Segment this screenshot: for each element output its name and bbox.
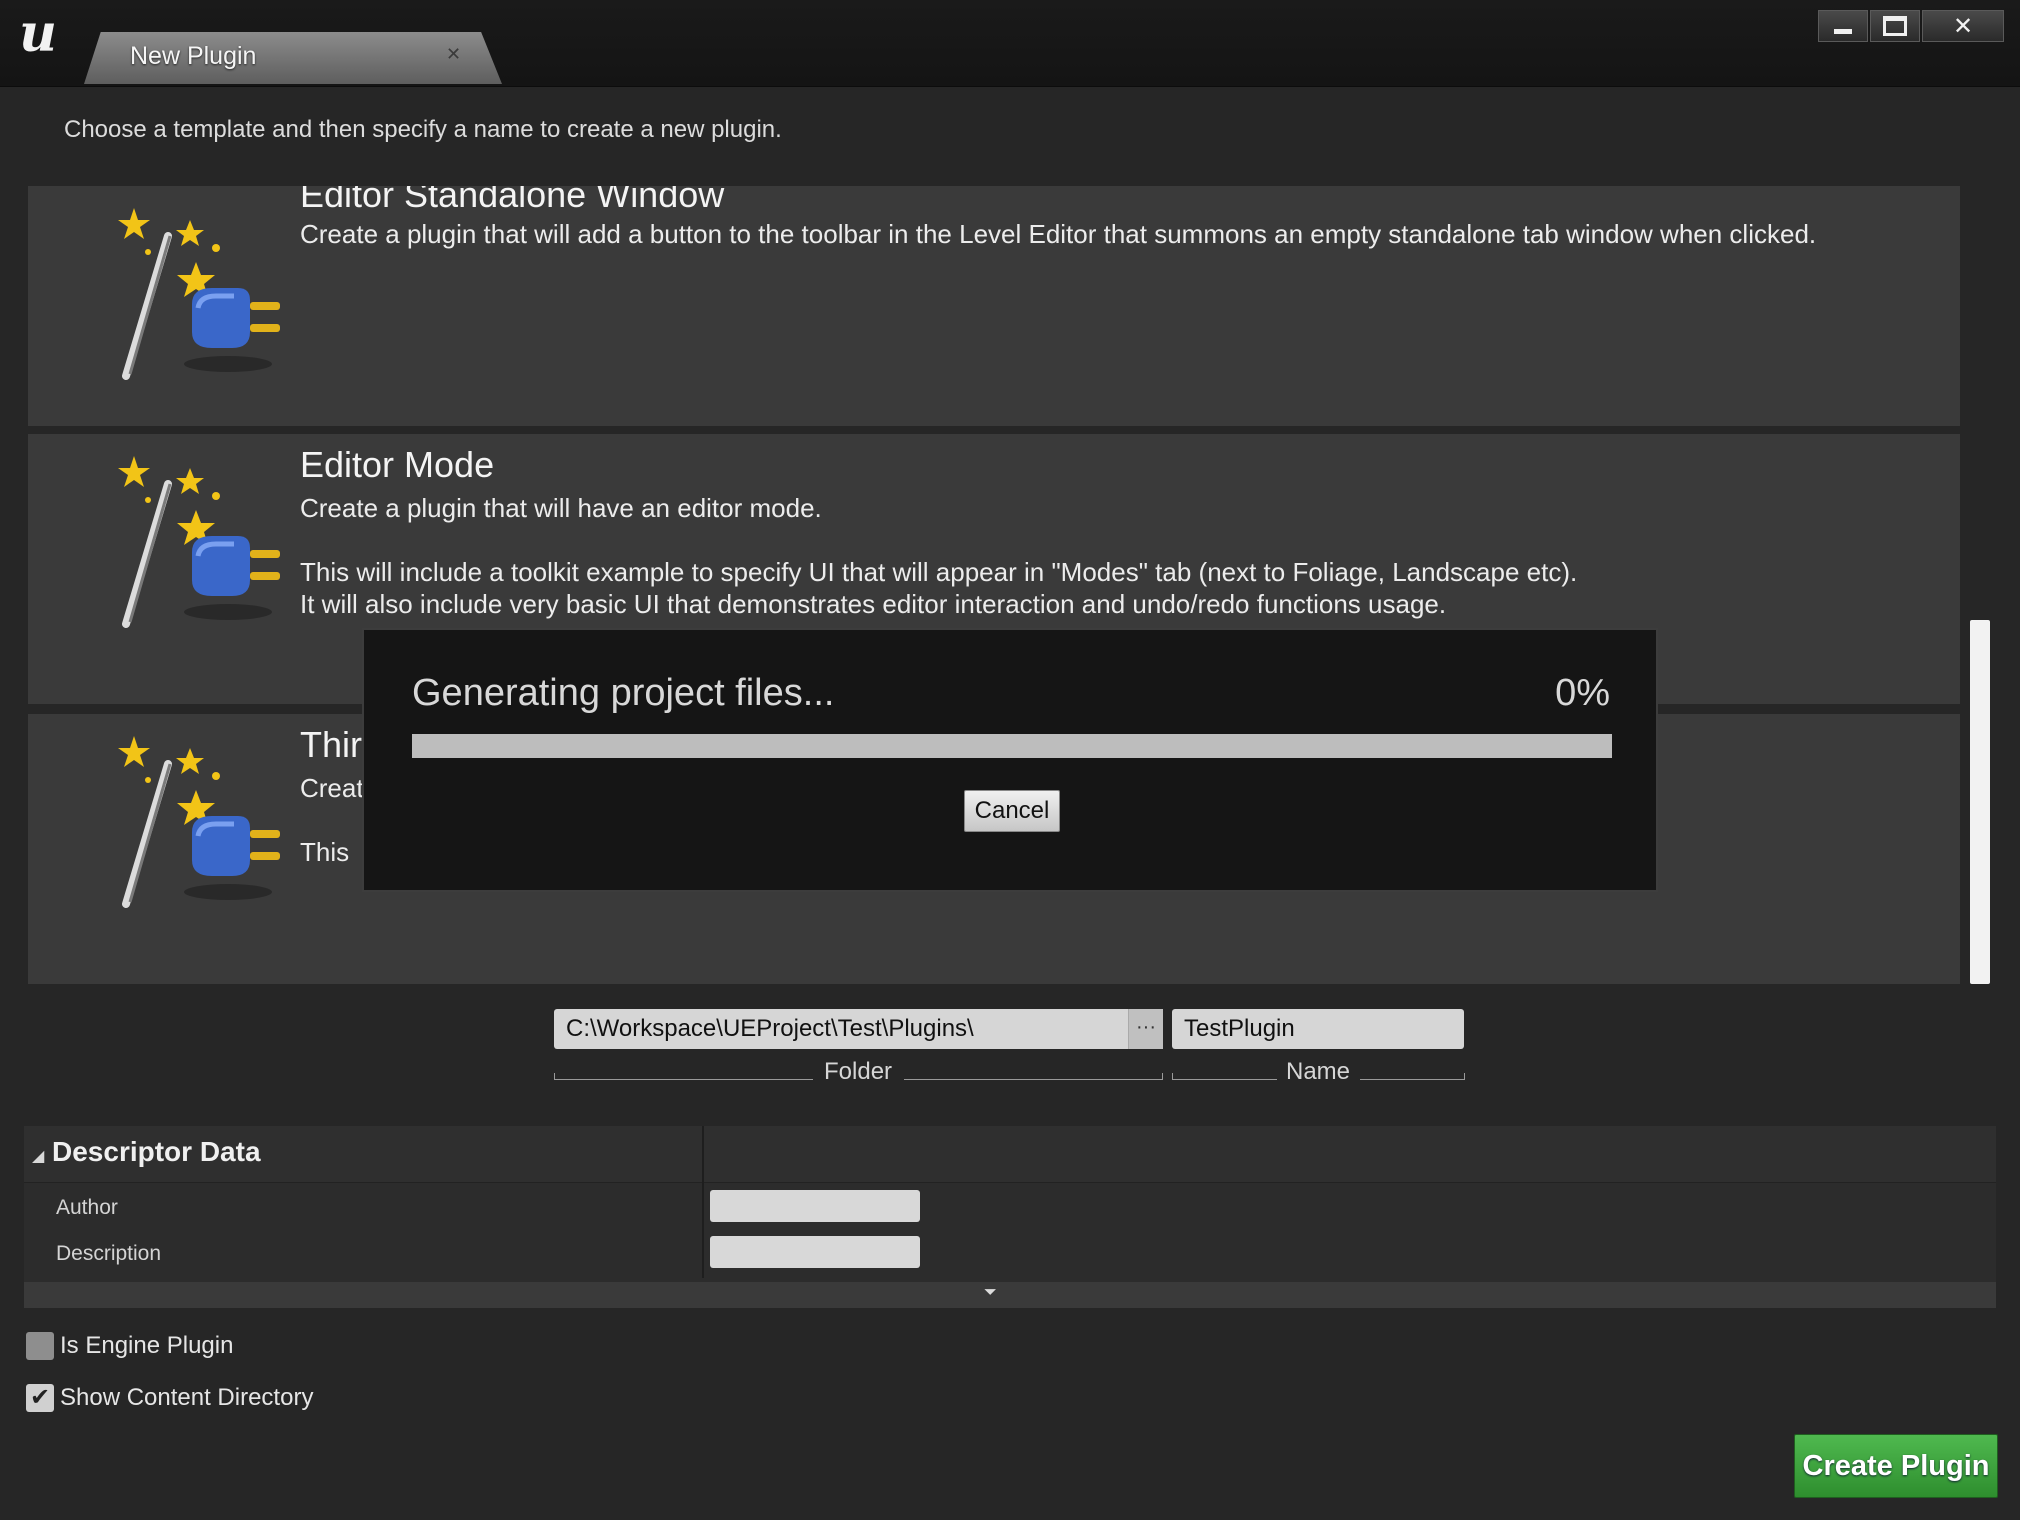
intro-text: Choose a template and then specify a nam… [64,116,782,143]
template-title: Editor Standalone Window [300,186,725,215]
progress-percent: 0% [1555,672,1610,714]
progress-title: Generating project files... [412,672,835,714]
plugin-wand-icon [118,208,280,380]
tab-label: New Plugin [130,42,257,70]
template-description-line: This [300,837,350,867]
description-field[interactable] [710,1236,920,1268]
name-caption-line [1172,1073,1277,1080]
descriptor-data-title: Descriptor Data [52,1136,261,1167]
template-title: Editor Mode [300,444,495,485]
folder-caption-line [554,1073,813,1080]
new-plugin-window: u New Plugin ✕ ✕ Choose a template and t… [0,0,2020,1520]
description-label: Description [56,1242,162,1265]
maximize-button[interactable] [1870,10,1920,42]
template-description-line: It will also include very basic UI that … [300,589,1447,619]
progress-dialog: Generating project files... 0% Cancel [362,628,1658,892]
descriptor-data-header[interactable]: ◢ Descriptor Data [24,1126,1996,1183]
close-button[interactable]: ✕ [1922,10,2004,42]
name-caption: Name [1286,1058,1351,1085]
minimize-button[interactable] [1818,10,1868,42]
author-label: Author [56,1196,118,1219]
name-input[interactable]: TestPlugin [1172,1009,1464,1049]
folder-input[interactable]: C:\Workspace\UEProject\Test\Plugins\ [554,1009,1162,1049]
create-plugin-button[interactable]: Create Plugin [1794,1434,1998,1498]
template-card-editor-standalone-window[interactable]: Editor Standalone Window Create a plugin… [28,186,1960,426]
advanced-expander[interactable]: ⏷ [24,1282,1996,1308]
maximize-icon [1883,16,1907,36]
close-tab-icon[interactable]: ✕ [446,44,461,65]
column-splitter[interactable] [702,1126,704,1278]
cancel-button[interactable]: Cancel [964,790,1060,832]
collapse-triangle-icon[interactable]: ◢ [32,1146,44,1166]
browse-folder-button[interactable]: ··· [1128,1009,1163,1049]
show-content-directory-checkbox[interactable]: ✔ [26,1384,54,1412]
show-content-directory-label: Show Content Directory [60,1384,314,1411]
is-engine-plugin-checkbox[interactable] [26,1332,54,1360]
minimize-icon [1834,28,1852,34]
descriptor-data-panel: ◢ Descriptor Data Author Description ⏷ [24,1126,1996,1308]
plugin-wand-icon [118,456,280,628]
template-description-line: Create a plugin that will have an editor… [300,493,822,523]
progress-bar [412,734,1612,758]
plugin-wand-icon [118,736,280,908]
template-description-line: This will include a toolkit example to s… [300,557,1578,587]
expand-arrow-icon[interactable]: ⏷ [984,1284,997,1302]
unreal-logo-icon: u [19,3,57,64]
template-list-scrollbar[interactable] [1970,620,1990,984]
window-controls: ✕ [1816,10,2004,42]
is-engine-plugin-label: Is Engine Plugin [60,1332,234,1359]
tab-new-plugin[interactable]: New Plugin ✕ [84,32,502,84]
title-bar[interactable]: u New Plugin ✕ ✕ [0,0,2020,87]
template-title: Thir [300,724,362,765]
template-description-line: Creat [300,773,364,803]
folder-caption: Folder [824,1058,893,1085]
folder-caption-line [904,1073,1163,1080]
author-field[interactable] [710,1190,920,1222]
template-description-line: Create a plugin that will add a button t… [300,219,1817,249]
close-icon: ✕ [1952,12,1974,40]
name-caption-line [1360,1073,1465,1080]
